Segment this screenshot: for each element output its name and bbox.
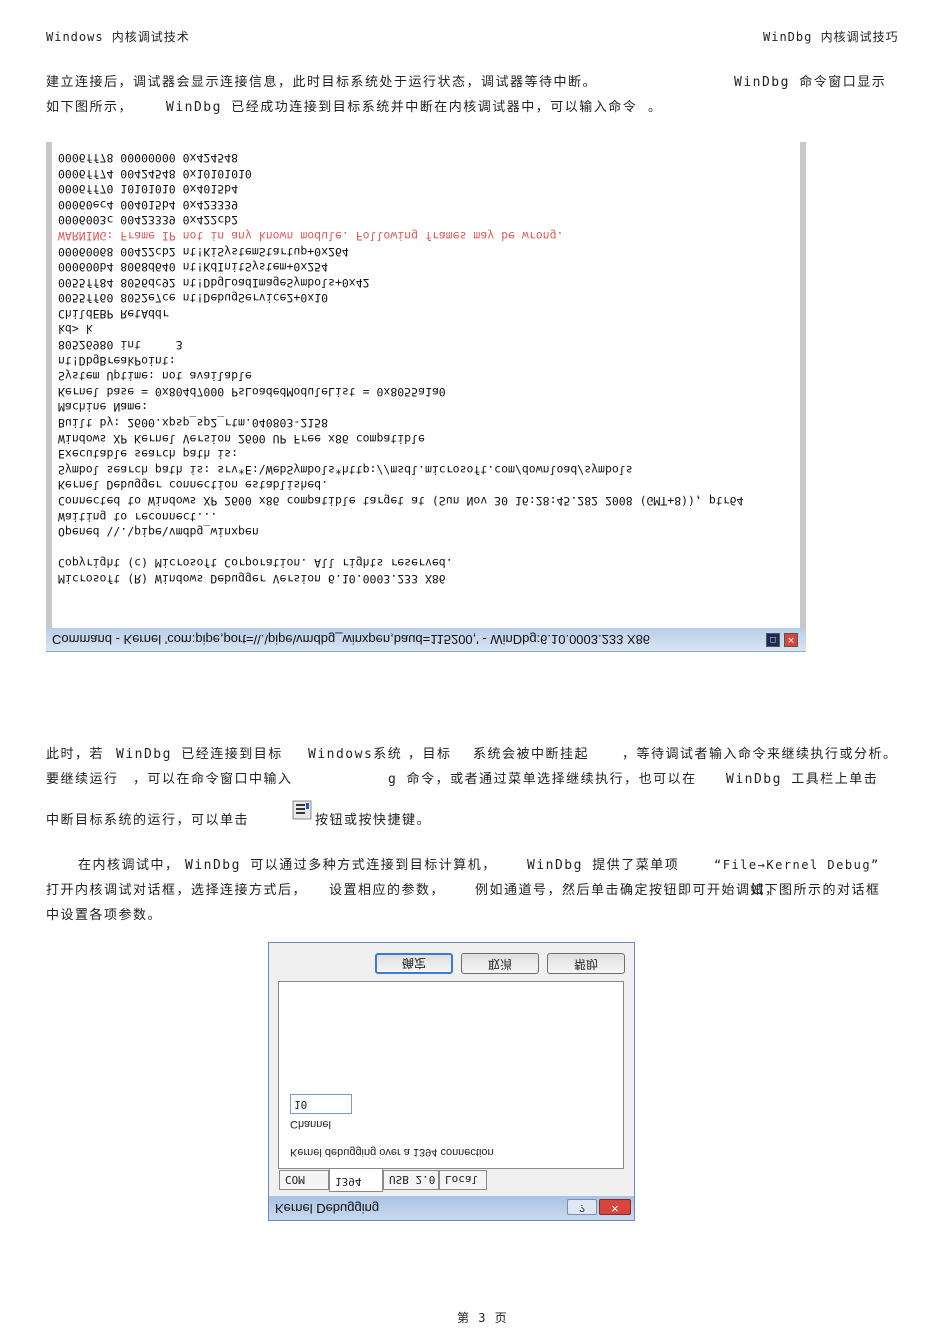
windbg-output-line: 80526980 int 3 (58, 338, 183, 353)
windbg-title: Command - Kernel 'com:pipe,port=\\.\pipe… (52, 632, 651, 647)
para1-line1: 建立连接后，调试器会显示连接信息，此时目标系统处于运行状态，调试器等待中断。 (46, 75, 598, 90)
windbg-output-line (58, 539, 743, 555)
windbg-output-line: Kernel Debugger connection established. (58, 478, 329, 493)
windbg-output-line: Microsoft (R) Windows Debugger Version 6… (58, 572, 446, 586)
tab-local[interactable]: Local (439, 1170, 487, 1190)
para3-line1c: WinDbg 提供了菜单项 (527, 858, 680, 873)
help-icon[interactable]: ? (567, 1199, 597, 1215)
para2-line1c: Windows系统 (308, 747, 403, 762)
para3-line2b: 设置相应的参数， (329, 883, 446, 898)
para2-line1b: WinDbg 已经连接到目标 (116, 747, 283, 762)
tab-1394[interactable]: 1394 (329, 1169, 383, 1192)
windbg-output-line: 0006ff74 00424548 0x10101010 (58, 166, 252, 181)
windbg-command-screenshot: Command - Kernel 'com:pipe,port=\\.\pipe… (46, 142, 806, 652)
connection-description: Kernel debugging over a 1394 connection (290, 1146, 494, 1158)
dialog-title: Kernel Debugging (275, 1201, 380, 1216)
para2-line3a: 中断目标系统的运行，可以单击 (46, 813, 250, 828)
windbg-output-line: Kernel base = 0x804d7000 PsLoadedModuleL… (58, 384, 446, 399)
windbg-output-line: 0055ff60 8052e7ce nt!DebugService2+0x10 (58, 291, 329, 306)
para2-line1a: 此时，若 (46, 747, 105, 762)
windbg-output-line: WARNING: Frame IP not in any known modul… (58, 228, 564, 243)
windbg-output-line: 000600b4 8068d640 nt!KdInitSystem+0x254 (58, 260, 329, 275)
para1-line2b: WinDbg 已经成功连接到目标系统并中断在内核调试器中，可以输入命令 (166, 100, 638, 115)
dialog-titlebar: Kernel Debugging ? ✕ (269, 1196, 634, 1220)
tab-com[interactable]: COM (279, 1170, 329, 1190)
tab-usb[interactable]: USB 2.0 (383, 1170, 439, 1190)
windbg-output-line: 0055ff84 8056dc92 nt!DbgLoadImageSymbols… (58, 275, 370, 290)
para3-line2a: 打开内核调试对话框，选择连接方式后， (46, 883, 308, 898)
channel-label: Channel (290, 1118, 331, 1130)
para3-line2c: 例如通道号，然后单击确定按钮即可开始调试， (475, 883, 780, 898)
para2-line2d: WinDbg 工具栏上单击 (726, 772, 879, 787)
windbg-output-line: 0006ff78 00000000 0x424548 (58, 150, 239, 165)
page-number: 第 3 页 (457, 1311, 508, 1325)
windbg-output-line: 00060ec4 004015b4 0x423339 (58, 197, 239, 212)
para1-line1-tail: WinDbg 命令窗口显示 (734, 75, 887, 90)
windbg-output-line: 00060068 00422cb2 nt!KiSystemStartup+0x2… (58, 244, 349, 259)
para2-line2b: ，可以在命令窗口中输入 (133, 772, 293, 787)
windbg-output-line: Opened \\.\pipe\vmdbg_winxpen (58, 525, 259, 540)
break-toolbar-icon[interactable] (292, 800, 312, 820)
windbg-output-lines: Microsoft (R) Windows Debugger Version 6… (58, 149, 743, 586)
para3-line1b: WinDbg 可以通过多种方式连接到目标计算机， (185, 858, 497, 873)
help-button[interactable]: 帮助 (547, 953, 625, 974)
para2-line1d: ，目标 (408, 747, 452, 762)
header-left: Windows 内核调试技术 (46, 30, 190, 44)
windbg-output-line: Connected to Windows XP 2600 x86 compati… (58, 494, 744, 509)
kernel-debugging-dialog-screenshot: Kernel Debugging ? ✕ COM 1394 USB 2.0 Lo… (268, 942, 635, 1221)
para3-line2d: 如下图所示的对话框 (750, 883, 881, 898)
close-icon[interactable]: ✕ (599, 1199, 631, 1215)
close-icon[interactable]: ✕ (784, 633, 798, 647)
windbg-output-line: Symbol search path is: srv*E:\WebSymbols… (58, 462, 633, 477)
para3-line1a: 在内核调试中， (78, 858, 180, 873)
para1-line2c: 。 (648, 100, 663, 115)
windbg-output-line: 0006ff70 10101010 0x4015b4 (58, 182, 239, 197)
para2-line2a: 要继续运行 (46, 772, 119, 787)
windbg-output-line: kd> k (58, 322, 93, 337)
para2-line2c: g 命令，或者通过菜单选择继续执行，也可以在 (388, 772, 697, 787)
ok-button[interactable]: 确定 (375, 953, 453, 974)
windbg-output-line: 0006003c 00423339 0x422cb2 (58, 213, 239, 228)
windbg-output-line: Built by: 2600.xpsp_sp2_rtm.040803-2158 (58, 416, 329, 431)
windbg-titlebar: Command - Kernel 'com:pipe,port=\\.\pipe… (46, 628, 806, 652)
channel-input[interactable]: 10 (290, 1094, 352, 1114)
header-right: WinDbg 内核调试技巧 (763, 30, 899, 44)
para2-line3b: 按钮或按快捷键。 (315, 813, 432, 828)
windbg-output-line: Executable search path is: (58, 447, 239, 462)
para2-line1f: ，等待调试者输入命令来继续执行或分析。 (622, 747, 898, 762)
windbg-output-line: Waiting to reconnect... (58, 509, 218, 524)
windbg-output-line: Machine Name: (58, 400, 149, 415)
windbg-output: Microsoft (R) Windows Debugger Version 6… (46, 142, 806, 628)
para3-line1d: “File→Kernel Debug” (714, 858, 880, 872)
para1-line2a: 如下图所示， (46, 100, 134, 115)
windbg-output-line: System Uptime: not available (58, 369, 252, 384)
cancel-button[interactable]: 取消 (461, 953, 539, 974)
windbg-output-line: Windows XP Kernel Version 2600 UP Free x… (58, 431, 425, 446)
minimize-icon[interactable]: □ (766, 633, 780, 647)
para2-line1e: 系统会被中断挂起 (473, 747, 590, 762)
tab-panel: Kernel debugging over a 1394 connection … (278, 981, 624, 1169)
para3-line3: 中设置各项参数。 (46, 908, 163, 923)
windbg-output-line: ChildEBP RetAddr (58, 306, 169, 321)
windbg-output-line: Copyright (c) Microsoft Corporation. All… (58, 556, 453, 571)
windbg-output-line: nt!DbgBreakPoint: (58, 353, 176, 368)
